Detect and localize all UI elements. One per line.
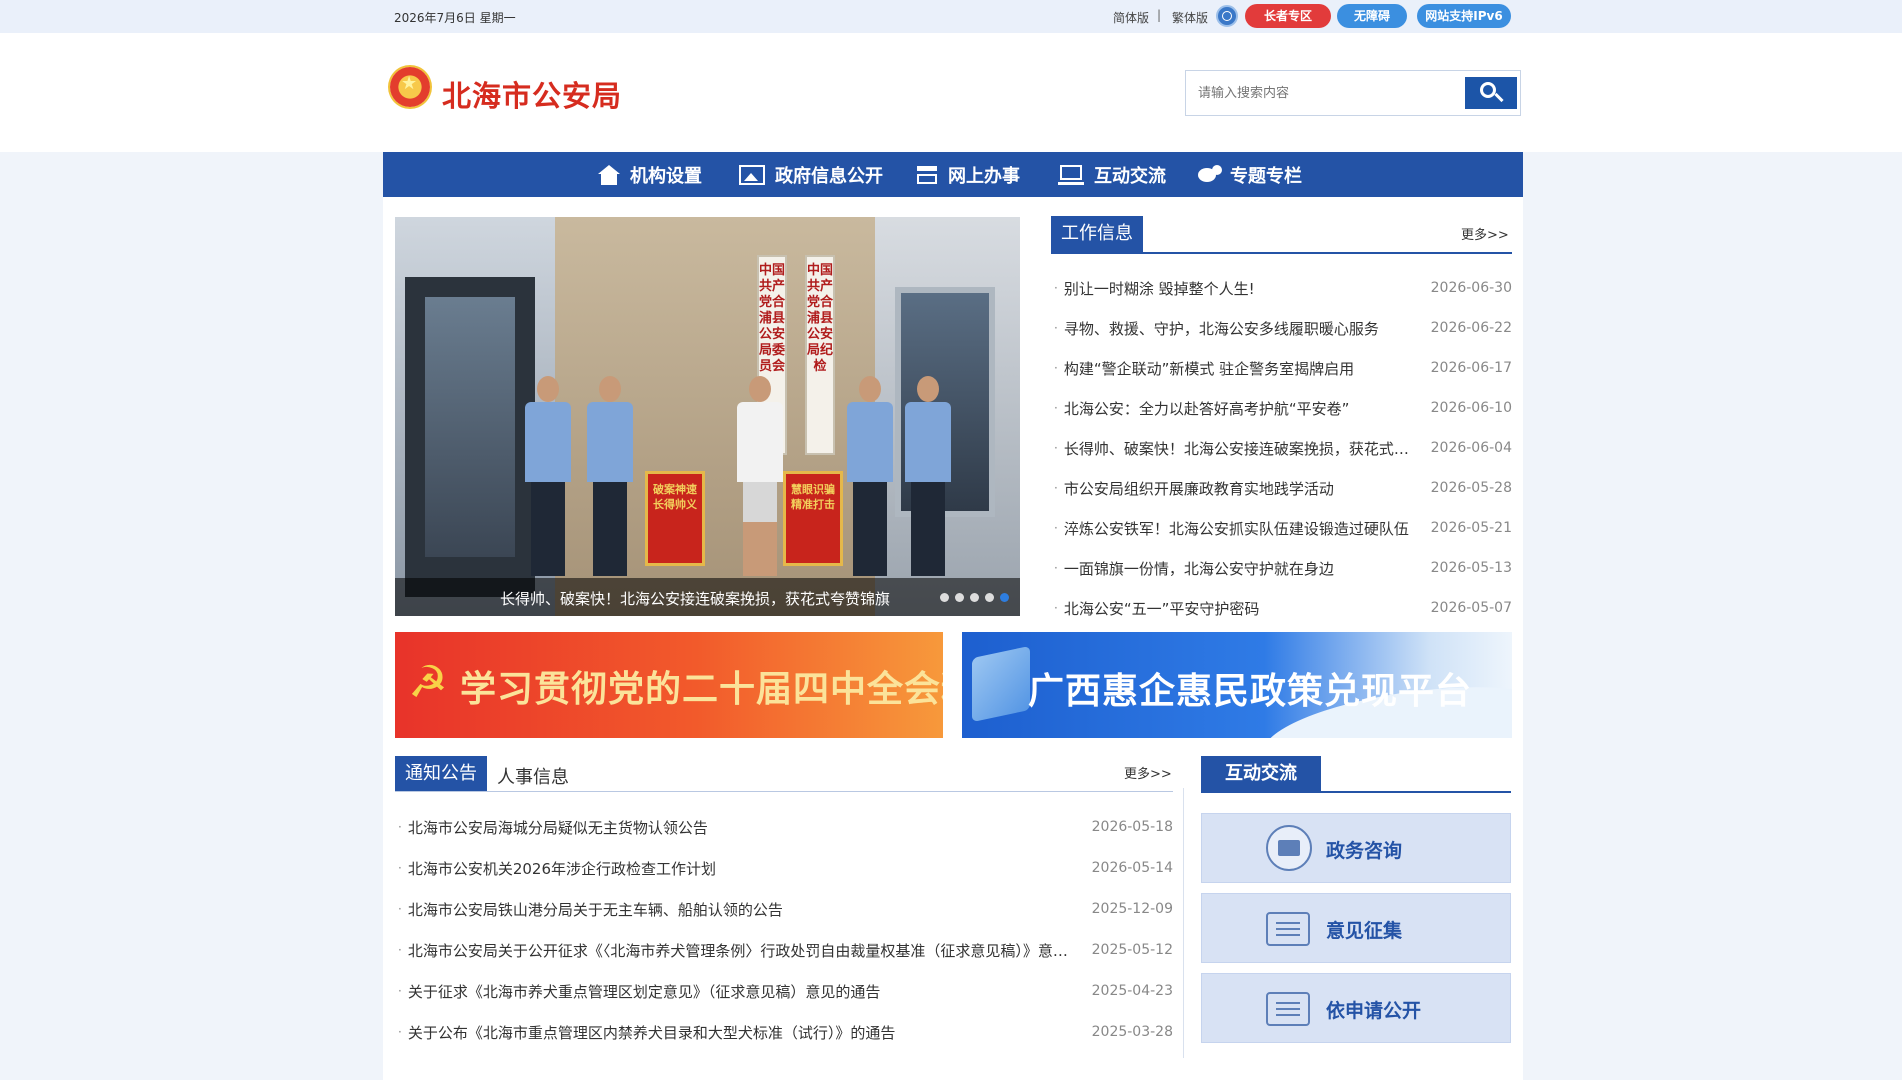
- computer-icon: [1058, 164, 1084, 185]
- nav-item-interaction[interactable]: 互动交流: [1058, 152, 1166, 197]
- top-separator: |: [1157, 8, 1162, 22]
- list-item[interactable]: · 关于公布《北海市重点管理区内禁养犬目录和大型犬标准（试行）》的通告 2025-0…: [398, 1012, 1173, 1052]
- tab-notices[interactable]: 通知公告: [395, 756, 487, 792]
- list-item[interactable]: · 淬炼公安铁军！北海公安抓实队伍建设锻造过硬队伍 2026-05-21: [1054, 508, 1512, 548]
- party-study-banner[interactable]: ☭ 学习贯彻党的二十届四中全会精神: [395, 632, 943, 738]
- search-icon: [1480, 82, 1496, 98]
- slider-dots: [940, 593, 1009, 602]
- person: [735, 376, 785, 576]
- globe-icon[interactable]: [1216, 5, 1238, 27]
- site-title[interactable]: 北海市公安局: [442, 73, 622, 115]
- plaque-right: 中国共产党合浦县公安局纪检: [805, 255, 835, 455]
- simplified-link[interactable]: 简体版: [1113, 9, 1149, 26]
- main-nav: 机构设置 政府信息公开 网上办事 互动交流 专题专栏: [383, 152, 1523, 197]
- list-item[interactable]: · 北海公安：全力以赴答好高考护航“平安卷” 2026-06-10: [1054, 388, 1512, 428]
- slider-caption: 长得帅、破案快！北海公安接连破案挽损，获花式夸赞锦旗: [395, 578, 1020, 616]
- search-button[interactable]: [1465, 77, 1517, 109]
- list-item[interactable]: · 寻物、救援、守护，北海公安多线履职暖心服务 2026-06-22: [1054, 308, 1512, 348]
- list-item[interactable]: · 关于征求《北海市养犬重点管理区划定意见》（征求意见稿）意见的通告 2025-04…: [398, 971, 1173, 1011]
- tab-personnel[interactable]: 人事信息: [497, 763, 569, 789]
- traditional-link[interactable]: 繁体版: [1172, 9, 1208, 26]
- button-label: 依申请公开: [1326, 1000, 1422, 1022]
- home-icon: [598, 164, 620, 185]
- column-divider: [1183, 788, 1184, 1058]
- police-emblem-icon: [390, 67, 430, 107]
- feedback-button[interactable]: 意见征集: [1201, 893, 1511, 963]
- list-item[interactable]: · 北海市公安局铁山港分局关于无主车辆、船舶认领的公告 2025-12-09: [398, 889, 1173, 929]
- mail-icon: [1266, 825, 1312, 871]
- nav-item-gov-info[interactable]: 政府信息公开: [739, 152, 883, 197]
- slider-caption-text[interactable]: 长得帅、破案快！北海公安接连破案挽损，获花式夸赞锦旗: [500, 588, 890, 609]
- message-icon: [1266, 912, 1310, 946]
- list-item[interactable]: · 构建“警企联动”新模式 驻企警务室揭牌启用 2026-06-17: [1054, 348, 1512, 388]
- notices-more-link[interactable]: 更多>>: [1124, 763, 1172, 782]
- nav-label: 互动交流: [1094, 165, 1166, 187]
- nav-label: 机构设置: [630, 165, 702, 187]
- accessibility-button[interactable]: 无障碍: [1337, 4, 1407, 28]
- header: [0, 33, 1902, 152]
- list-item[interactable]: · 北海市公安局海城分局疑似无主货物认领公告 2026-05-18: [398, 807, 1173, 847]
- slider-dot[interactable]: [970, 593, 979, 602]
- slider-dot[interactable]: [955, 593, 964, 602]
- list-item[interactable]: · 北海公安“五一”平安守护密码 2026-05-07: [1054, 588, 1512, 628]
- nav-item-special-topics[interactable]: 专题专栏: [1198, 152, 1302, 197]
- nav-item-online-services[interactable]: 网上办事: [916, 152, 1020, 197]
- document-icon: [916, 165, 938, 185]
- person: [523, 376, 573, 576]
- consultation-button[interactable]: 政务咨询: [1201, 813, 1511, 883]
- list-item[interactable]: · 别让一时糊涂 毁掉整个人生! 2026-06-30: [1054, 268, 1512, 308]
- search-input[interactable]: [1186, 71, 1461, 115]
- message-icon: [1266, 992, 1310, 1026]
- work-info-more-link[interactable]: 更多>>: [1461, 224, 1509, 243]
- silk-banner: 破案神速 长得帅义: [645, 471, 705, 566]
- slider-dot[interactable]: [985, 593, 994, 602]
- person: [845, 376, 895, 576]
- disclosure-request-button[interactable]: 依申请公开: [1201, 973, 1511, 1043]
- section-divider: [395, 791, 1173, 792]
- list-item[interactable]: · 长得帅、破案快！北海公安接连破案挽损，获花式夸赞锦旗 2026-06-04: [1054, 428, 1512, 468]
- person: [903, 376, 953, 576]
- elder-zone-button[interactable]: 长者专区: [1245, 4, 1331, 28]
- chat-icon: [1198, 164, 1222, 185]
- button-label: 意见征集: [1326, 920, 1403, 942]
- ipv6-badge[interactable]: 网站支持IPv6: [1417, 4, 1511, 28]
- tab-interaction[interactable]: 互动交流: [1201, 756, 1321, 792]
- silk-banner: 慧眼识骗 精准打击: [783, 471, 843, 566]
- slider-dot[interactable]: [940, 593, 949, 602]
- picture-icon: [739, 164, 765, 185]
- document-3d-icon: [972, 645, 1030, 723]
- nav-item-organization[interactable]: 机构设置: [598, 152, 702, 197]
- search-box: [1185, 70, 1521, 116]
- nav-label: 网上办事: [948, 165, 1020, 187]
- nav-label: 政府信息公开: [775, 165, 883, 187]
- banner-text: 广西惠企惠民政策兑现平台: [1028, 670, 1473, 712]
- section-divider: [1051, 252, 1512, 254]
- news-slider[interactable]: 中国共产党合浦县公安局委员会 中国共产党合浦县公安局纪检 破案神速 长得帅义 慧…: [395, 217, 1020, 616]
- slider-dot-active[interactable]: [1000, 593, 1009, 602]
- date-text: 2026年7月6日 星期一: [394, 11, 516, 25]
- button-label: 政务咨询: [1326, 840, 1403, 862]
- list-item[interactable]: · 一面锦旗一份情，北海公安守护就在身边 2026-05-13: [1054, 548, 1512, 588]
- tab-work-info[interactable]: 工作信息: [1051, 216, 1143, 252]
- banner-text: 学习贯彻党的二十届四中全会精神: [460, 668, 943, 710]
- list-item[interactable]: · 北海市公安机关2026年涉企行政检查工作计划 2026-05-14: [398, 848, 1173, 888]
- hammer-sickle-icon: ☭: [408, 657, 448, 708]
- nav-label: 专题专栏: [1230, 165, 1302, 187]
- list-item[interactable]: · 北海市公安局关于公开征求《〈北海市养犬管理条例〉行政处罚自由裁量权基准（征求意…: [398, 930, 1173, 970]
- person: [585, 376, 635, 576]
- section-divider: [1201, 791, 1511, 793]
- top-bar: 2026年7月6日 星期一 简体版 | 繁体版 长者专区 无障碍 网站支持IPv…: [0, 0, 1902, 33]
- list-item[interactable]: · 市公安局组织开展廉政教育实地践学活动 2026-05-28: [1054, 468, 1512, 508]
- policy-platform-banner[interactable]: 广西惠企惠民政策兑现平台: [962, 632, 1512, 738]
